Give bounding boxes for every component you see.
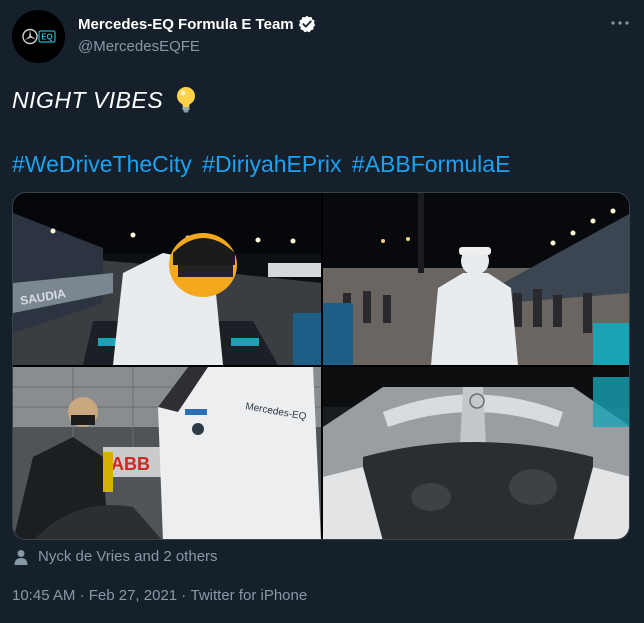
author-name-row[interactable]: Mercedes-EQ Formula E Team <box>78 15 316 33</box>
avatar[interactable]: EQ <box>12 10 65 63</box>
tweet-time[interactable]: 10:45 AM <box>12 587 75 604</box>
tweet-text-body: NIGHT VIBES <box>12 86 164 113</box>
meta-separator: · <box>75 587 89 604</box>
more-options-icon[interactable] <box>608 14 632 32</box>
svg-text:EQ: EQ <box>41 33 53 42</box>
photo-mechanic-and-suit[interactable]: ABB Mercedes-EQ <box>13 367 321 539</box>
tweet-text: NIGHT VIBES <box>12 85 199 115</box>
hashtag-abbformulae[interactable]: #ABBFormulaE <box>352 151 511 177</box>
sign-abb: ABB <box>111 454 150 474</box>
tweet-date[interactable]: Feb 27, 2021 <box>89 587 177 604</box>
meta-separator: · <box>177 587 191 604</box>
light-bulb-icon <box>173 85 199 115</box>
tweet: EQ Mercedes-EQ Formula E Team @MercedesE… <box>0 0 644 623</box>
hashtag-list: #WeDriveTheCity #DiriyahEPrix #ABBFormul… <box>12 151 514 178</box>
tagged-people[interactable]: Nyck de Vries and 2 others <box>14 548 218 565</box>
hashtag-wedrivethecity[interactable]: #WeDriveTheCity <box>12 151 192 177</box>
mercedes-eq-logo-icon: EQ <box>12 10 65 63</box>
photo-halo-cockpit[interactable] <box>323 367 629 539</box>
svg-text:ABB: ABB <box>111 454 150 474</box>
hashtag-diriyaheprix[interactable]: #DiriyahEPrix <box>202 151 341 177</box>
tagged-people-label[interactable]: Nyck de Vries and 2 others <box>38 548 218 565</box>
media-grid: SAUDIA ABB Mercedes-EQ <box>12 192 630 540</box>
author-display-name[interactable]: Mercedes-EQ Formula E Team <box>78 16 294 33</box>
tweet-meta: 10:45 AM · Feb 27, 2021 · Twitter for iP… <box>12 587 307 604</box>
person-icon <box>14 549 28 565</box>
photo-driver-in-helmet[interactable]: SAUDIA <box>13 193 321 365</box>
photo-driver-walking[interactable] <box>323 193 629 365</box>
author-handle[interactable]: @MercedesEQFE <box>78 38 200 55</box>
tweet-source[interactable]: Twitter for iPhone <box>190 587 307 604</box>
verified-badge-icon <box>298 15 316 33</box>
